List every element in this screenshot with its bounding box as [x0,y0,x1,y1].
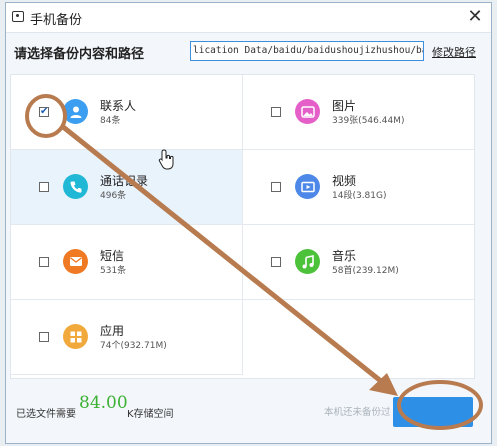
item-meta: 14段(3.81G) [332,191,387,201]
item-name: 音乐 [332,249,357,263]
backup-history-hint: 本机还未备份过 [324,407,391,418]
contacts-icon [63,99,88,124]
item-sms[interactable]: 短信 531条 [11,225,243,300]
contacts-checkbox[interactable]: ✔ [39,107,49,117]
photos-checkbox[interactable] [271,107,281,117]
item-name: 视频 [332,174,357,188]
required-space-prefix: 已选文件需要 [16,409,76,420]
item-name: 联系人 [100,99,137,113]
modify-path-link[interactable]: 修改路径 [432,44,476,60]
item-video[interactable]: 视频 14段(3.81G) [243,150,474,225]
video-checkbox[interactable] [271,182,281,192]
item-meta: 531条 [100,266,127,276]
backup-content-grid: ✔ 联系人 84条 图片 339张(546.44M) 通话记录 496条 视频 … [10,74,475,379]
window-title: 手机备份 [30,13,83,28]
required-space-suffix: K存储空间 [127,409,174,420]
call-log-checkbox[interactable] [39,182,49,192]
item-meta: 58首(239.12M) [332,266,399,276]
sms-icon [63,249,88,274]
start-backup-button[interactable] [393,397,473,427]
item-meta: 84条 [100,116,121,126]
path-label: 请选择备份内容和路径 [14,47,145,62]
item-name: 短信 [100,249,125,263]
item-apps[interactable]: 应用 74个(932.71M) [11,300,243,375]
call-log-icon [63,174,88,199]
photos-icon [295,99,320,124]
item-meta: 74个(932.71M) [100,341,167,351]
music-icon [295,249,320,274]
video-icon [295,174,320,199]
required-space-value: 84.00 [79,393,128,413]
backup-app-icon [12,11,24,22]
item-name: 通话记录 [100,174,149,188]
item-meta: 339张(546.44M) [332,116,405,126]
item-call-log[interactable]: 通话记录 496条 [11,150,243,225]
apps-checkbox[interactable] [39,332,49,342]
item-photos[interactable]: 图片 339张(546.44M) [243,75,474,150]
item-meta: 496条 [100,191,127,201]
close-button[interactable]: ✕ [465,6,485,28]
title-bar[interactable]: 手机备份 ✕ [6,3,491,33]
item-name: 图片 [332,99,357,113]
sms-checkbox[interactable] [39,257,49,267]
backup-path-input[interactable]: lication Data/baidu/baidushoujizhushou/b… [190,41,424,61]
music-checkbox[interactable] [271,257,281,267]
item-name: 应用 [100,324,125,338]
item-music[interactable]: 音乐 58首(239.12M) [243,225,474,300]
item-contacts[interactable]: ✔ 联系人 84条 [11,75,243,150]
apps-icon [63,324,88,349]
